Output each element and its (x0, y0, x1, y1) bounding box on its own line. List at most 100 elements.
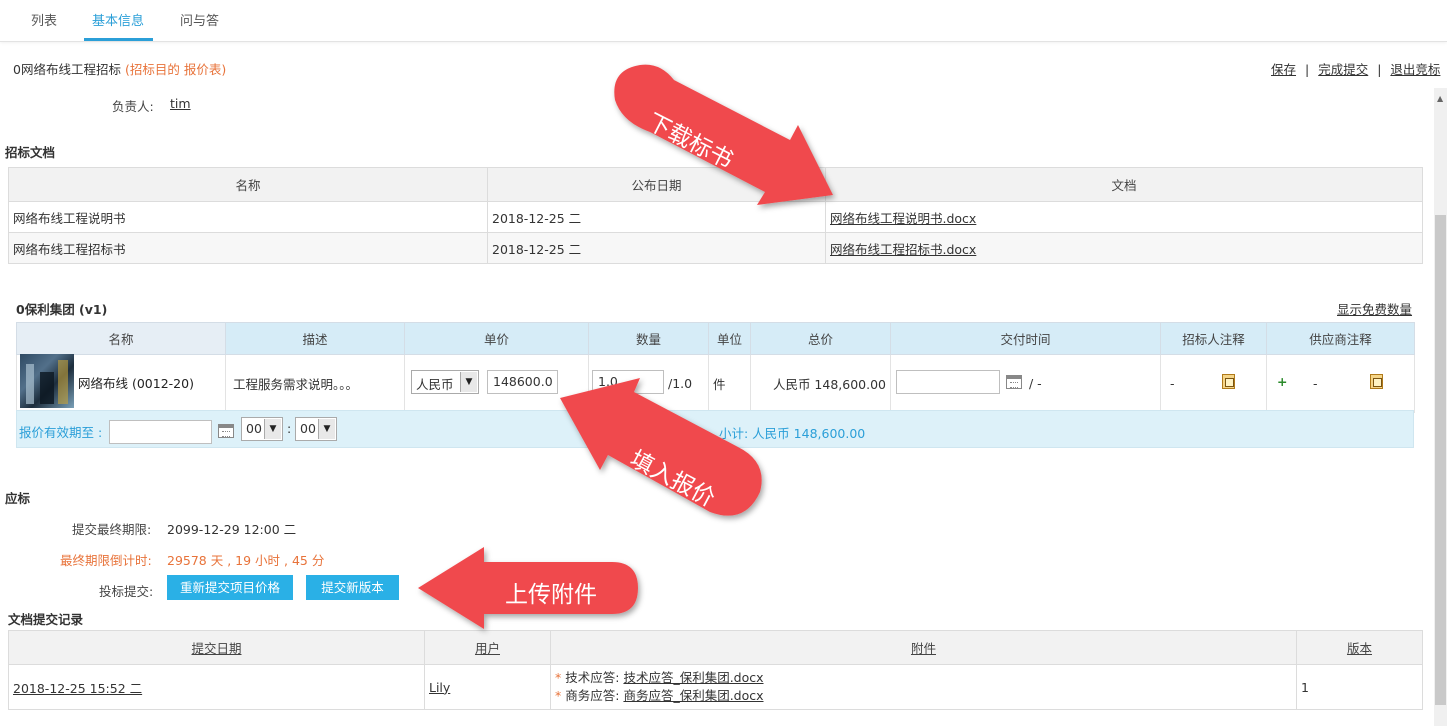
chevron-down-icon: ▼ (264, 419, 281, 439)
bid-section-title: 应标 (5, 491, 31, 506)
attachment-label: 技术应答: (565, 670, 620, 685)
doc-file-link[interactable]: 网络布线工程招标书.docx (830, 242, 976, 257)
submit-date-link[interactable]: 2018-12-25 15:52 二 (13, 681, 142, 696)
table-row: 网络布线工程说明书 2018-12-25 二 网络布线工程说明书.docx (8, 201, 1423, 233)
owner-label: 负责人: (112, 99, 154, 114)
col-header-attachment[interactable]: 附件 (550, 630, 1297, 665)
bid-submit-label: 投标提交: (99, 584, 154, 599)
show-free-qty-link[interactable]: 显示免费数量 (1337, 299, 1412, 318)
hour-select[interactable]: 00 ▼ (241, 417, 283, 441)
tab-list[interactable]: 列表 (31, 10, 57, 29)
active-tab-indicator (84, 38, 153, 41)
complete-submit-link[interactable]: 完成提交 (1318, 62, 1368, 77)
bullet-icon: * (555, 670, 562, 685)
download-callout-label: 下载标书 (643, 109, 737, 175)
time-colon: : (287, 421, 292, 436)
attachment-link[interactable]: 商务应答_保利集团.docx (623, 688, 763, 703)
col-header-user[interactable]: 用户 (424, 630, 551, 665)
separator: | (1377, 62, 1382, 77)
item-name: 网络布线 (0012-20) (78, 376, 194, 391)
tab-basic-info[interactable]: 基本信息 (92, 10, 144, 29)
resubmit-price-button[interactable]: 重新提交项目价格 (167, 575, 293, 600)
unit-price-input[interactable]: 148600.0 (487, 370, 558, 394)
quote-row: 工程服务需求说明。。。 件 人民币 148,600.00 (16, 354, 1415, 413)
bullet-icon: * (555, 688, 562, 703)
version-value: 1 (1296, 664, 1423, 710)
col-header-delivery: 交付时间 (890, 322, 1161, 355)
item-desc: 工程服务需求说明。。。 (233, 377, 359, 392)
minute-select[interactable]: 00 ▼ (295, 417, 337, 441)
currency-value: 人民币 (416, 377, 454, 392)
calendar-icon[interactable] (1006, 375, 1022, 389)
subtotal: 小计: 人民币 148,600.00 (719, 426, 866, 441)
hour-value: 00 (246, 421, 262, 436)
currency-select[interactable]: 人民币 ▼ (411, 370, 479, 394)
supplier-note-value: - (1313, 376, 1318, 391)
fill-price-callout-label: 填入报价 (625, 446, 719, 513)
user-link[interactable]: Lily (429, 680, 450, 695)
buyer-note-value: - (1170, 376, 1175, 391)
col-header-total: 总价 (750, 322, 891, 355)
item-unit: 件 (708, 354, 751, 413)
col-header-date: 公布日期 (487, 167, 826, 202)
doc-date: 2018-12-25 二 (487, 201, 826, 233)
history-section-title: 文档提交记录 (8, 612, 84, 627)
minute-value: 00 (300, 421, 316, 436)
attachment-item: * 商务应答: 商务应答_保利集团.docx (555, 687, 1292, 705)
deadline-value: 2099-12-29 12:00 二 (167, 522, 297, 537)
quantity-input[interactable]: 1.0 (592, 370, 664, 394)
doc-date: 2018-12-25 二 (487, 232, 826, 264)
doc-name: 网络布线工程招标书 (8, 232, 488, 264)
item-total: 人民币 148,600.00 (750, 354, 891, 413)
delivery-date-input[interactable] (896, 370, 1000, 394)
table-row: 网络布线工程招标书 2018-12-25 二 网络布线工程招标书.docx (8, 232, 1423, 264)
quote-table: 名称 描述 单价 数量 单位 总价 交付时间 招标人注释 供应商注释 工程服务需… (16, 322, 1415, 413)
countdown-value: 29578 天 , 19 小时 , 45 分 (167, 553, 325, 568)
header-actions: 保存 | 完成提交 | 退出竞标 (1271, 59, 1440, 78)
separator: | (1305, 62, 1310, 77)
quantity-total: /1.0 (668, 376, 693, 391)
scroll-up-icon[interactable]: ▲ (1437, 94, 1443, 103)
submit-new-version-button[interactable]: 提交新版本 (306, 575, 399, 600)
col-header-submit-date[interactable]: 提交日期 (8, 630, 425, 665)
owner-link[interactable]: tim (170, 96, 191, 111)
buyer-note-icon[interactable] (1222, 374, 1235, 389)
tab-bar: 列表 基本信息 问与答 (0, 0, 1447, 42)
product-thumbnail (20, 354, 74, 408)
col-header-qty: 数量 (588, 322, 709, 355)
valid-until-label: 报价有效期至 : (19, 425, 103, 440)
countdown-label: 最终期限倒计时: (60, 553, 152, 568)
chevron-down-icon: ▼ (318, 419, 335, 439)
col-header-price: 单价 (404, 322, 589, 355)
col-header-buyer-note: 招标人注释 (1160, 322, 1267, 355)
upload-callout-label: 上传附件 (505, 582, 597, 608)
docs-table: 名称 公布日期 文档 网络布线工程说明书 2018-12-25 二 网络布线工程… (8, 167, 1423, 264)
scrollbar-thumb[interactable] (1435, 215, 1446, 705)
exit-bid-link[interactable]: 退出竞标 (1390, 62, 1440, 77)
add-supplier-note-icon[interactable]: + (1277, 374, 1287, 389)
history-table: 提交日期 用户 附件 版本 2018-12-25 15:52 二 Lily * … (8, 630, 1423, 710)
table-row: 2018-12-25 15:52 二 Lily * 技术应答: 技术应答_保利集… (8, 664, 1423, 710)
tab-qa[interactable]: 问与答 (180, 10, 219, 29)
col-header-desc: 描述 (225, 322, 405, 355)
supplier-note-icon[interactable] (1370, 374, 1383, 389)
docs-section-title: 招标文档 (5, 145, 56, 160)
col-header-name: 名称 (8, 167, 488, 202)
attachment-item: * 技术应答: 技术应答_保利集团.docx (555, 669, 1292, 687)
col-header-supplier-note: 供应商注释 (1266, 322, 1415, 355)
chevron-down-icon: ▼ (460, 372, 477, 392)
quote-section-title: 0保利集团 (v1) (16, 302, 108, 317)
col-header-version[interactable]: 版本 (1296, 630, 1423, 665)
delivery-separator: / - (1029, 376, 1042, 391)
col-header-file: 文档 (825, 167, 1423, 202)
save-link[interactable]: 保存 (1271, 62, 1296, 77)
page-title-wrap: 0网络布线工程招标 (招标目的 报价表) (13, 59, 226, 78)
doc-file-link[interactable]: 网络布线工程说明书.docx (830, 211, 976, 226)
deadline-label: 提交最终期限: (72, 522, 152, 537)
attachment-link[interactable]: 技术应答_保利集团.docx (623, 670, 763, 685)
col-header-name: 名称 (16, 322, 226, 355)
col-header-unit: 单位 (708, 322, 751, 355)
page-title: 0网络布线工程招标 (13, 62, 121, 77)
valid-until-date-input[interactable] (109, 420, 212, 444)
calendar-icon[interactable] (218, 424, 234, 438)
